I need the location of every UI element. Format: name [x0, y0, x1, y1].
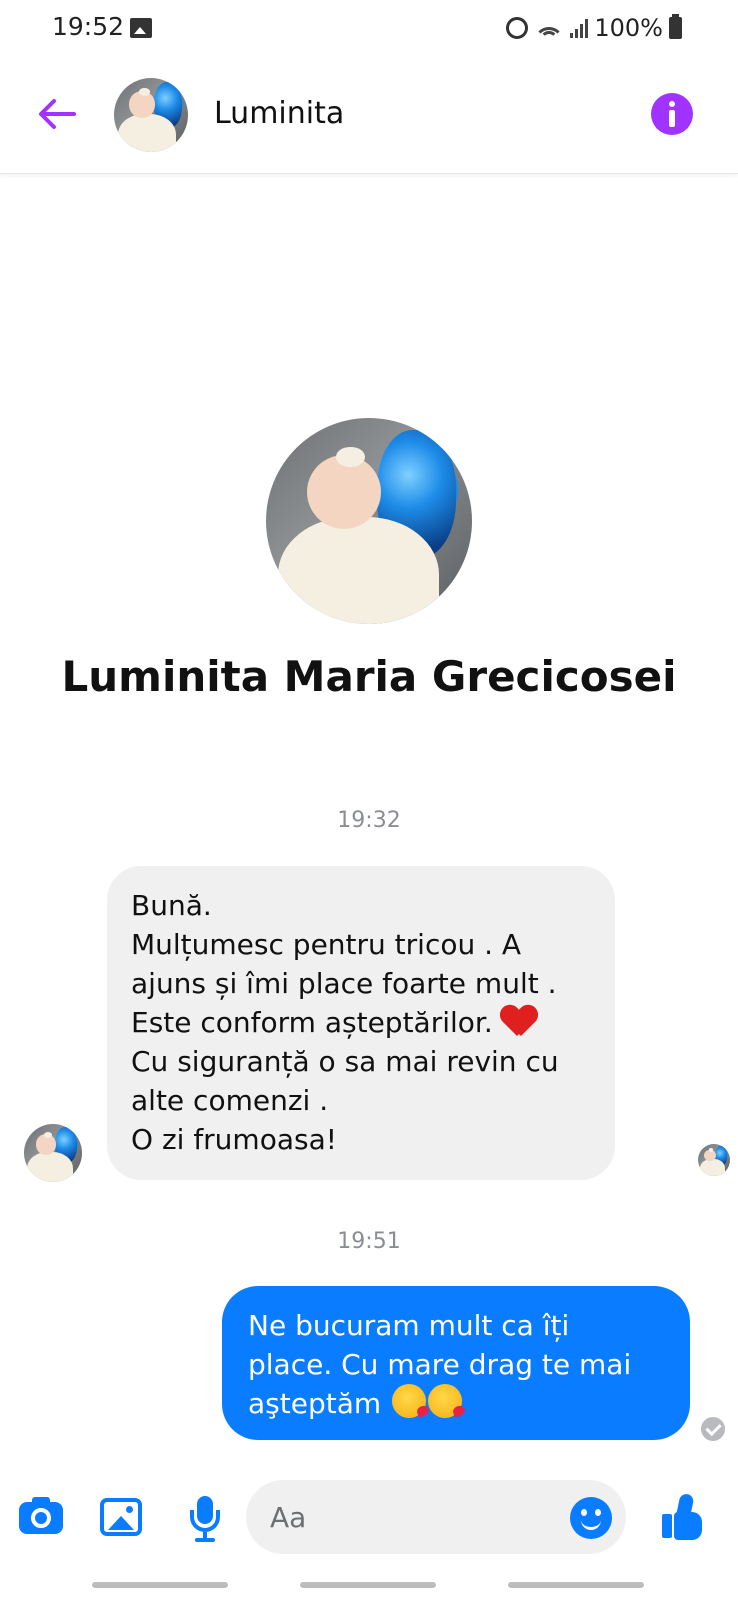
nav-recents-button[interactable] — [92, 1582, 228, 1588]
contact-avatar[interactable] — [114, 78, 188, 152]
gallery-notification-icon — [130, 18, 152, 38]
profile-photo — [266, 418, 472, 624]
status-bar: 19:52 100% — [0, 0, 738, 62]
kissing-face-emoji — [428, 1384, 463, 1418]
nav-home-button[interactable] — [300, 1582, 436, 1588]
arrow-left-icon — [39, 99, 76, 129]
camera-button[interactable] — [17, 1492, 67, 1542]
status-time: 19:52 — [52, 12, 125, 41]
battery-icon — [669, 14, 682, 39]
info-button[interactable] — [651, 93, 693, 135]
signal-icon — [570, 18, 589, 38]
alarm-icon — [506, 17, 529, 39]
battery-level: 100% — [594, 14, 663, 42]
conversation-header: Luminita — [0, 62, 738, 174]
message-text: Bună. Mulțumesc pentru tricou . A ajuns … — [131, 889, 557, 1039]
seen-receipt-avatar — [698, 1144, 730, 1176]
outgoing-message[interactable]: Ne bucuram mult ca îți place. Cu mare dr… — [222, 1286, 690, 1440]
gallery-button[interactable] — [98, 1492, 148, 1542]
nav-back-button[interactable] — [508, 1582, 644, 1588]
emoji-button[interactable] — [570, 1497, 612, 1539]
message-timestamp: 19:32 — [337, 808, 401, 833]
kissing-face-emoji — [392, 1384, 427, 1418]
like-button[interactable] — [660, 1492, 710, 1542]
message-composer — [0, 1470, 738, 1570]
avatar-photo — [114, 78, 188, 152]
message-text-continued: Cu siguranță o sa mai revin cu alte come… — [131, 1045, 559, 1156]
system-navigation-bar — [0, 1570, 738, 1600]
message-timestamp: 19:51 — [337, 1229, 401, 1254]
microphone-button[interactable] — [180, 1492, 230, 1542]
seen-avatar-photo — [698, 1144, 730, 1176]
red-heart-emoji — [501, 1004, 537, 1036]
sent-check-icon — [701, 1417, 725, 1441]
contact-name[interactable]: Luminita — [214, 96, 344, 131]
message-input[interactable] — [246, 1480, 626, 1554]
back-button[interactable] — [34, 92, 78, 136]
profile-avatar[interactable] — [266, 418, 472, 624]
wifi-icon — [534, 17, 565, 39]
incoming-message[interactable]: Bună. Mulțumesc pentru tricou . A ajuns … — [107, 866, 615, 1180]
profile-full-name: Luminita Maria Grecicosei — [61, 652, 677, 701]
sender-avatar-photo — [24, 1124, 82, 1182]
sender-avatar[interactable] — [24, 1124, 82, 1182]
status-icons: 100% — [506, 12, 682, 44]
